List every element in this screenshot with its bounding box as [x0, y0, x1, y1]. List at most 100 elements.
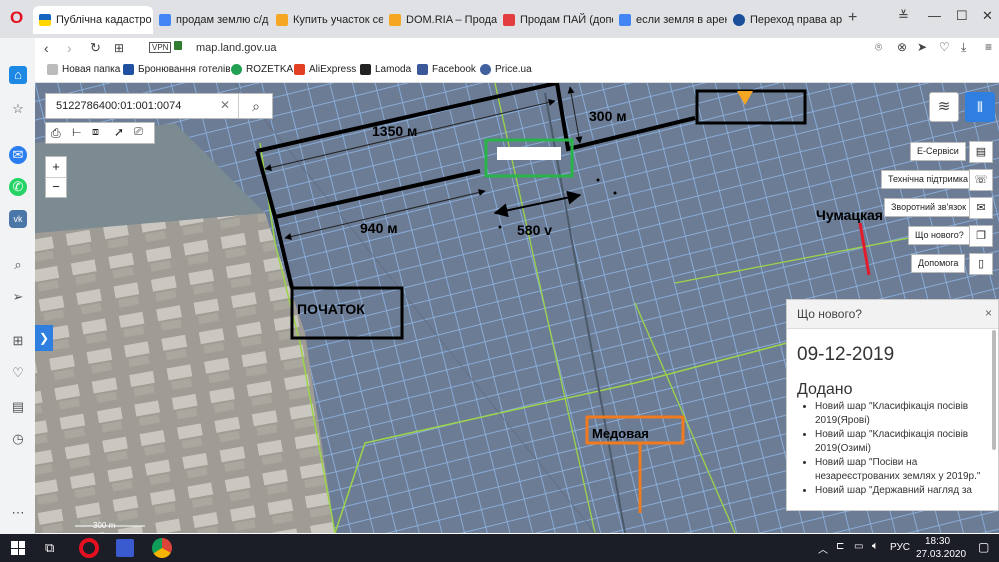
- distance-940-label: 940 м: [360, 220, 398, 236]
- heart-page-icon[interactable]: ♡: [939, 40, 950, 54]
- pointer-icon[interactable]: ➚: [114, 125, 124, 139]
- tab-menu-icon[interactable]: ≚: [898, 8, 909, 24]
- tab-search-1[interactable]: продам землю с/д ✕: [153, 6, 270, 34]
- tab-label: продам землю с/д: [176, 14, 269, 26]
- heart-icon[interactable]: ♡: [9, 364, 27, 382]
- opera-logo[interactable]: O: [10, 8, 23, 28]
- history-icon[interactable]: ◷: [9, 430, 27, 448]
- tab-dom-ria[interactable]: DOM.RIA – Продаж ✕: [383, 6, 497, 34]
- bookmark-rozetka[interactable]: ROZETKA: [231, 64, 293, 75]
- expand-panel-button[interactable]: ❯: [35, 325, 53, 351]
- bookmark-label: Lamoda: [375, 64, 412, 75]
- bookmark-label: AliExpress: [309, 64, 357, 75]
- whatsapp-icon[interactable]: ✆: [9, 178, 27, 196]
- cadastral-map[interactable]: 1350 м 300 м 940 м 580 v ПОЧАТОК Чумацка…: [35, 83, 999, 533]
- layers-button[interactable]: ≋: [929, 92, 959, 122]
- search-icon[interactable]: ⌕: [9, 256, 27, 274]
- apps-icon[interactable]: ⊞: [9, 332, 27, 350]
- network-icon[interactable]: ⊏: [836, 541, 844, 552]
- menu-toggle-button[interactable]: ⦀: [965, 92, 995, 122]
- opera-taskbar-icon[interactable]: [79, 538, 99, 558]
- measure-area-icon[interactable]: ⧈: [92, 126, 99, 139]
- news-date: 09-12-2019: [797, 344, 895, 365]
- home-icon[interactable]: ⌂: [9, 66, 27, 84]
- tab-buy-plot[interactable]: Купить участок сел ✕: [270, 6, 383, 34]
- news-doc-icon[interactable]: ❐: [969, 225, 993, 247]
- save-app-taskbar-icon[interactable]: [116, 539, 134, 557]
- more-icon[interactable]: ⋯: [9, 504, 27, 522]
- news-item: Новий шар "Класифікація посівів 2019(Ози…: [815, 428, 999, 456]
- measure-line-icon[interactable]: ⊢: [72, 126, 82, 139]
- bookmark-label: ROZETKA: [246, 64, 294, 75]
- bookmark-aliexpress[interactable]: AliExpress: [294, 64, 356, 75]
- whats-new-panel: Що нового? × 09-12-2019 Додано Новий шар…: [786, 299, 999, 511]
- vpn-badge[interactable]: VPN: [149, 42, 172, 53]
- new-tab-button[interactable]: +: [848, 9, 857, 27]
- grid-icon[interactable]: ⊞: [114, 41, 124, 55]
- star-icon[interactable]: ☆: [9, 100, 27, 118]
- tab-pai[interactable]: Продам ПАЙ (допо ✕: [497, 6, 613, 34]
- download-icon[interactable]: ⤓: [961, 40, 966, 55]
- search-input[interactable]: 5122786400:01:001:0074: [56, 100, 181, 112]
- scale-label: 300 m: [93, 521, 116, 530]
- volume-icon[interactable]: 🔈︎: [872, 540, 879, 553]
- url-field[interactable]: map.land.gov.ua: [196, 42, 277, 54]
- facebook-icon: [417, 64, 428, 75]
- windows-start-icon[interactable]: [11, 541, 25, 555]
- task-view-icon[interactable]: ⧉: [45, 540, 54, 556]
- close-window-button[interactable]: ✕: [982, 8, 993, 24]
- maximize-button[interactable]: ☐: [956, 8, 968, 24]
- mail-icon[interactable]: ✉: [969, 197, 993, 219]
- notifications-icon[interactable]: ▢: [978, 540, 989, 554]
- bookmark-priceua[interactable]: Price.ua: [480, 64, 532, 75]
- clock-date[interactable]: 27.03.2020: [916, 549, 966, 560]
- menu-icon[interactable]: ≡: [985, 40, 992, 54]
- chrome-taskbar-icon[interactable]: [152, 538, 172, 558]
- bookmark-booking[interactable]: Бронювання готелів: [123, 64, 231, 75]
- menu-help[interactable]: Допомога: [911, 254, 966, 273]
- clear-search-icon[interactable]: ✕: [220, 98, 230, 112]
- adblock-icon[interactable]: ⊗: [897, 40, 907, 54]
- news-icon[interactable]: ▤: [9, 398, 27, 416]
- tab-transfer[interactable]: Переход права арен ✕: [727, 6, 842, 34]
- tab-search-2[interactable]: если земля в арен ✕: [613, 6, 727, 34]
- messenger-icon[interactable]: ✉: [9, 146, 27, 164]
- export-icon[interactable]: ⎚: [134, 126, 143, 139]
- panel-close-button[interactable]: ×: [985, 306, 992, 320]
- print-icon[interactable]: ⎙: [51, 126, 61, 141]
- battery-icon[interactable]: ▭: [854, 541, 863, 552]
- back-icon[interactable]: ‹: [44, 40, 49, 56]
- tab-land-map[interactable]: Публічна кадастро ✕: [33, 6, 153, 34]
- bookmark-lamoda[interactable]: Lamoda: [360, 64, 411, 75]
- camera-icon[interactable]: ⌾: [875, 40, 882, 55]
- ukraine-flag-icon: [39, 14, 51, 26]
- search-button[interactable]: ⌕: [238, 94, 273, 118]
- menu-whats-new[interactable]: Що нового?: [908, 226, 971, 245]
- support-icon[interactable]: ☏: [969, 169, 993, 191]
- e-services-icon[interactable]: ▤: [969, 141, 993, 163]
- reload-icon[interactable]: ↻: [90, 40, 101, 56]
- menu-feedback[interactable]: Зворотний зв'язок: [884, 198, 974, 217]
- bookmark-facebook[interactable]: Facebook: [417, 64, 476, 75]
- menu-e-services[interactable]: Е-Сервіси: [910, 142, 966, 161]
- zoom-out-button[interactable]: −: [46, 177, 66, 197]
- bookmark-folder[interactable]: Новая папка: [47, 64, 120, 75]
- lock-icon: [174, 41, 182, 50]
- clock-time[interactable]: 18:30: [925, 536, 950, 547]
- bookmarks-bar: Новая папка Бронювання готелів ROZETKA A…: [35, 60, 999, 83]
- zoom-in-button[interactable]: +: [46, 157, 66, 178]
- vk-icon[interactable]: vk: [9, 210, 27, 228]
- site-icon: [733, 14, 745, 26]
- menu-tech-support[interactable]: Технічна підтримка: [881, 170, 976, 189]
- aliexpress-icon: [294, 64, 305, 75]
- send-icon[interactable]: ➢: [9, 288, 27, 306]
- help-icon[interactable]: ▯: [969, 253, 993, 275]
- tab-label: если земля в арен: [636, 14, 727, 26]
- tray-arrow-icon[interactable]: ︿: [818, 541, 828, 556]
- panel-scrollbar[interactable]: [992, 330, 996, 450]
- minimize-button[interactable]: —: [928, 8, 941, 23]
- language-indicator[interactable]: РУС: [890, 542, 910, 553]
- tab-bar: O Публічна кадастро ✕ продам землю с/д ✕…: [0, 0, 999, 38]
- forward-icon[interactable]: ›: [67, 40, 72, 56]
- send-page-icon[interactable]: ➤: [917, 40, 927, 54]
